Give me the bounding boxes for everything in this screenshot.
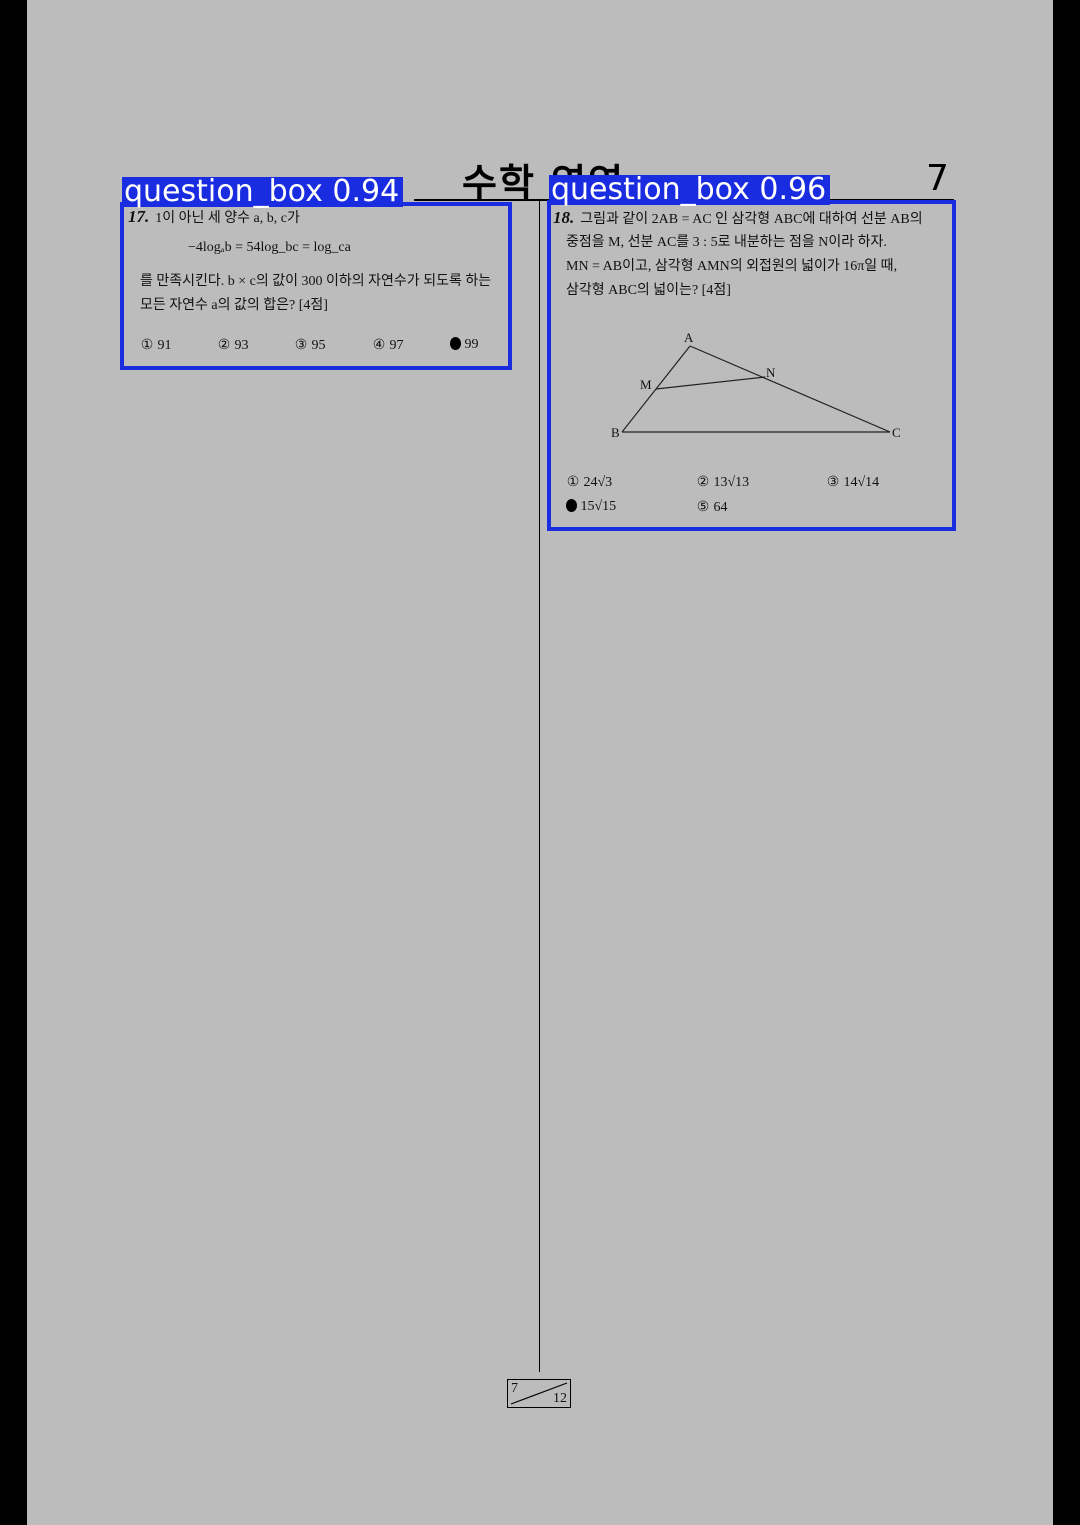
current-page: 7 [511, 1381, 518, 1396]
detection-label-q17: question_box 0.94 [122, 177, 404, 207]
total-pages: 12 [553, 1391, 567, 1406]
detection-box-q18 [547, 200, 956, 531]
detection-label-q18: question_box 0.96 [549, 175, 831, 205]
page-edge [1053, 0, 1080, 1525]
column-divider [539, 200, 540, 1372]
page-number: 7 [926, 158, 949, 199]
detection-box-q17 [120, 202, 512, 370]
page-count-box: 7 12 [507, 1379, 571, 1408]
